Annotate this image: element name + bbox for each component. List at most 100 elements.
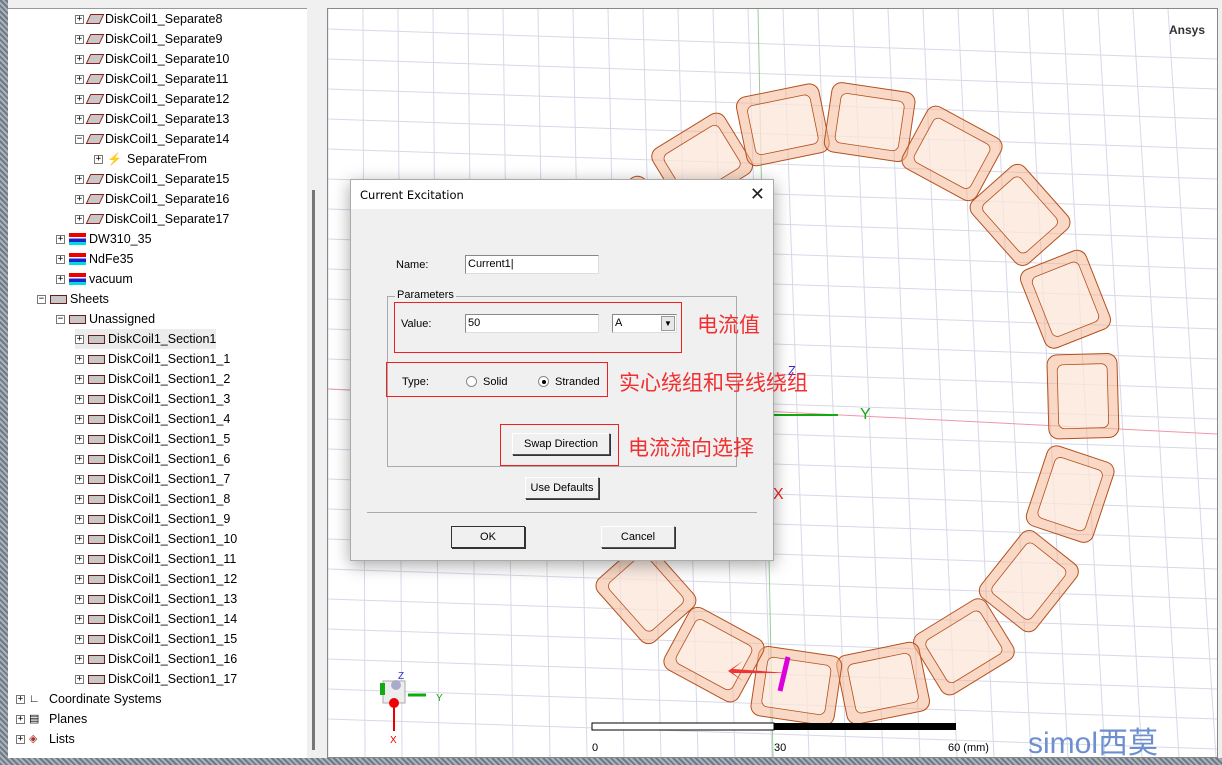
tree-item[interactable]: + DiskCoil1_Separate9 (75, 29, 222, 49)
expand-icon[interactable]: + (75, 14, 84, 24)
tree-item[interactable]: + ◈ Lists (16, 729, 75, 749)
tree-item[interactable]: + vacuum (56, 269, 133, 289)
expand-icon[interactable]: + (75, 74, 84, 84)
tree-item[interactable]: + ∟ Coordinate Systems (16, 689, 162, 709)
tree-item-label: DiskCoil1_Section1_8 (108, 492, 231, 506)
tree-item[interactable]: + DiskCoil1_Section1_2 (75, 369, 230, 389)
swap-highlight (500, 424, 619, 466)
tree-item[interactable]: + DiskCoil1_Section1_9 (75, 509, 230, 529)
tree-item-label: DiskCoil1_Section1 (108, 332, 217, 346)
expand-icon[interactable]: + (75, 574, 84, 584)
expand-icon[interactable]: + (75, 334, 84, 344)
expand-icon[interactable]: + (75, 674, 84, 684)
tree-item[interactable]: + DiskCoil1_Section1_6 (75, 449, 230, 469)
value-annotation: 电流值 (697, 313, 760, 337)
project-tree[interactable]: + DiskCoil1_Separate8 + DiskCoil1_Separate9… (8, 8, 307, 758)
expand-icon[interactable]: + (75, 434, 84, 444)
tree-item[interactable]: − Sheets (37, 289, 109, 309)
tree-item[interactable]: + DiskCoil1_Section1_13 (75, 589, 237, 609)
expand-icon[interactable]: + (75, 54, 84, 64)
expand-icon[interactable]: + (75, 554, 84, 564)
expand-icon[interactable]: + (75, 94, 84, 104)
expand-icon[interactable]: + (75, 634, 84, 644)
tree-item[interactable]: + DiskCoil1_Section1_12 (75, 569, 237, 589)
expand-icon[interactable]: + (75, 654, 84, 664)
collapse-icon[interactable]: − (37, 294, 46, 304)
expand-icon[interactable]: + (16, 714, 25, 724)
tree-item-label: DiskCoil1_Separate12 (105, 92, 230, 106)
expand-icon[interactable]: + (75, 214, 84, 224)
name-input[interactable]: Current1| (465, 255, 599, 274)
tree-item[interactable]: + DiskCoil1_Separate10 (75, 49, 229, 69)
ok-button[interactable]: OK (451, 526, 525, 548)
tree-item[interactable]: + DiskCoil1_Section1_8 (75, 489, 230, 509)
expand-icon[interactable]: + (75, 614, 84, 624)
tree-item[interactable]: + DiskCoil1_Separate12 (75, 89, 229, 109)
triad-label-x: X (390, 735, 397, 746)
use-defaults-button[interactable]: Use Defaults (525, 477, 599, 499)
tree-item[interactable]: + DiskCoil1_Section1_3 (75, 389, 230, 409)
tree-item-label: DiskCoil1_Section1_12 (108, 572, 238, 586)
expand-icon[interactable]: + (75, 494, 84, 504)
expand-icon[interactable]: + (75, 34, 84, 44)
sheet-icon (88, 454, 105, 464)
expand-icon[interactable]: + (75, 414, 84, 424)
grid-line (328, 568, 1217, 600)
expand-icon[interactable]: + (94, 154, 103, 164)
expand-icon[interactable]: + (75, 114, 84, 124)
expand-icon[interactable]: + (75, 374, 84, 384)
tree-item[interactable]: + DiskCoil1_Section1_4 (75, 409, 230, 429)
tree-item[interactable]: + DiskCoil1_Section1_7 (75, 469, 230, 489)
tree-item[interactable]: + DiskCoil1_Section1_14 (75, 609, 237, 629)
tree-item[interactable]: + DiskCoil1_Section1_17 (75, 669, 237, 689)
expand-icon[interactable]: + (75, 354, 84, 364)
sheet-icon (88, 394, 105, 404)
tree-item[interactable]: + DiskCoil1_Separate8 (75, 9, 222, 29)
tree-item[interactable]: + DiskCoil1_Separate17 (75, 209, 229, 229)
expand-icon[interactable]: + (75, 474, 84, 484)
expand-icon[interactable]: + (56, 234, 65, 244)
tree-scrollbar[interactable] (307, 8, 322, 758)
collapse-icon[interactable]: − (56, 314, 65, 324)
tree-item[interactable]: + ▤ Planes (16, 709, 87, 729)
expand-icon[interactable]: + (75, 394, 84, 404)
watermark-logo: simol西莫 (1028, 727, 1158, 757)
scale-bar: 0 30 60 (mm) (591, 722, 989, 754)
tree-item[interactable]: + DiskCoil1_Separate16 (75, 189, 229, 209)
tree-item[interactable]: + DiskCoil1_Separate13 (75, 109, 229, 129)
tree-item[interactable]: + DiskCoil1_Section1_5 (75, 429, 230, 449)
expand-icon[interactable]: + (75, 174, 84, 184)
scrollbar-thumb[interactable] (312, 190, 315, 750)
tree-item-label: Sheets (70, 292, 109, 306)
expand-icon[interactable]: + (56, 274, 65, 284)
expand-icon[interactable]: + (75, 514, 84, 524)
tree-item[interactable]: + DiskCoil1_Separate11 (75, 69, 228, 89)
tree-item[interactable]: − Unassigned (56, 309, 155, 329)
expand-icon[interactable]: + (16, 694, 25, 704)
tree-item[interactable]: − DiskCoil1_Separate14 (75, 129, 229, 149)
tree-item[interactable]: + DiskCoil1_Section1 (75, 329, 217, 349)
tree-item[interactable]: + DiskCoil1_Section1_11 (75, 549, 236, 569)
tree-item[interactable]: + DiskCoil1_Section1_10 (75, 529, 237, 549)
grid-line (1167, 9, 1217, 757)
tree-item[interactable]: + NdFe35 (56, 249, 133, 269)
tree-item[interactable]: + DiskCoil1_Separate15 (75, 169, 229, 189)
expand-icon[interactable]: + (56, 254, 65, 264)
type-highlight (386, 362, 608, 397)
axis-label-x: X (773, 486, 784, 503)
collapse-icon[interactable]: − (75, 134, 84, 144)
tree-item[interactable]: + DiskCoil1_Section1_16 (75, 649, 237, 669)
expand-icon[interactable]: + (75, 534, 84, 544)
sheet-icon (88, 334, 105, 344)
tree-item[interactable]: + DiskCoil1_Section1_1 (75, 349, 230, 369)
expand-icon[interactable]: + (75, 194, 84, 204)
tree-item[interactable]: + ⚡ SeparateFrom (94, 149, 207, 169)
expand-icon[interactable]: + (75, 454, 84, 464)
expand-icon[interactable]: + (16, 734, 25, 744)
tree-item-label: vacuum (89, 272, 133, 286)
expand-icon[interactable]: + (75, 594, 84, 604)
tree-item[interactable]: + DiskCoil1_Section1_15 (75, 629, 237, 649)
close-icon[interactable]: ✕ (750, 184, 765, 205)
cancel-button[interactable]: Cancel (601, 526, 675, 548)
tree-item[interactable]: + DW310_35 (56, 229, 152, 249)
